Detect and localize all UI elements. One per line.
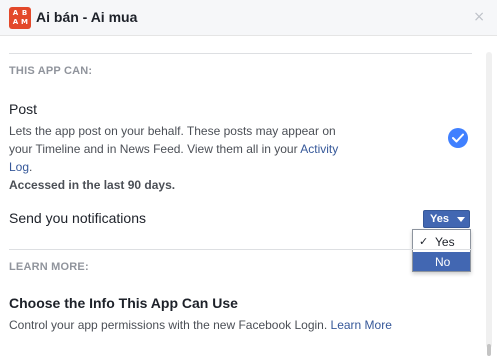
- app-logo: A B A M: [9, 7, 31, 29]
- chevron-down-icon: [457, 217, 465, 222]
- logo-letter: B: [21, 9, 28, 17]
- learn-more-title: Choose the Info This App Can Use: [9, 295, 238, 311]
- scrollbar-track[interactable]: [486, 52, 492, 348]
- check-icon: ✓: [419, 235, 429, 248]
- dialog-header: A B A M Ai bán - Ai mua ×: [0, 0, 497, 36]
- dropdown-option-no[interactable]: No: [413, 252, 470, 271]
- logo-letter: A: [12, 18, 19, 26]
- checkmark-icon: [452, 133, 464, 143]
- permission-description-end: .: [29, 160, 33, 174]
- divider: [9, 249, 472, 250]
- dropdown-option-label: Yes: [435, 235, 455, 249]
- learn-more-link[interactable]: Learn More: [331, 318, 392, 332]
- notifications-dropdown-menu: ✓ Yes No: [412, 229, 471, 272]
- permission-title-notifications: Send you notifications: [9, 210, 146, 226]
- learn-more-text: Control your app permissions with the ne…: [9, 318, 331, 332]
- permission-accessed-note: Accessed in the last 90 days.: [9, 178, 176, 192]
- permission-description-text: Lets the app post on your behalf. These …: [9, 124, 336, 156]
- divider: [9, 53, 472, 54]
- scrollbar-thumb[interactable]: [487, 344, 491, 356]
- dropdown-option-label: No: [435, 255, 451, 269]
- logo-letter: A: [12, 9, 19, 17]
- learn-more-description: Control your app permissions with the ne…: [9, 318, 392, 332]
- app-title: Ai bán - Ai mua: [36, 9, 138, 25]
- close-icon[interactable]: ×: [473, 9, 485, 25]
- notifications-select[interactable]: Yes: [423, 210, 470, 228]
- logo-letter: M: [21, 18, 28, 26]
- permission-description-post: Lets the app post on your behalf. These …: [9, 122, 354, 176]
- post-permission-checkbox[interactable]: [448, 128, 468, 148]
- section-heading-learn-more: LEARN MORE:: [9, 261, 89, 273]
- notifications-select-value: Yes: [430, 213, 449, 225]
- section-heading-this-app-can: THIS APP CAN:: [9, 65, 93, 77]
- permission-title-post: Post: [9, 101, 38, 117]
